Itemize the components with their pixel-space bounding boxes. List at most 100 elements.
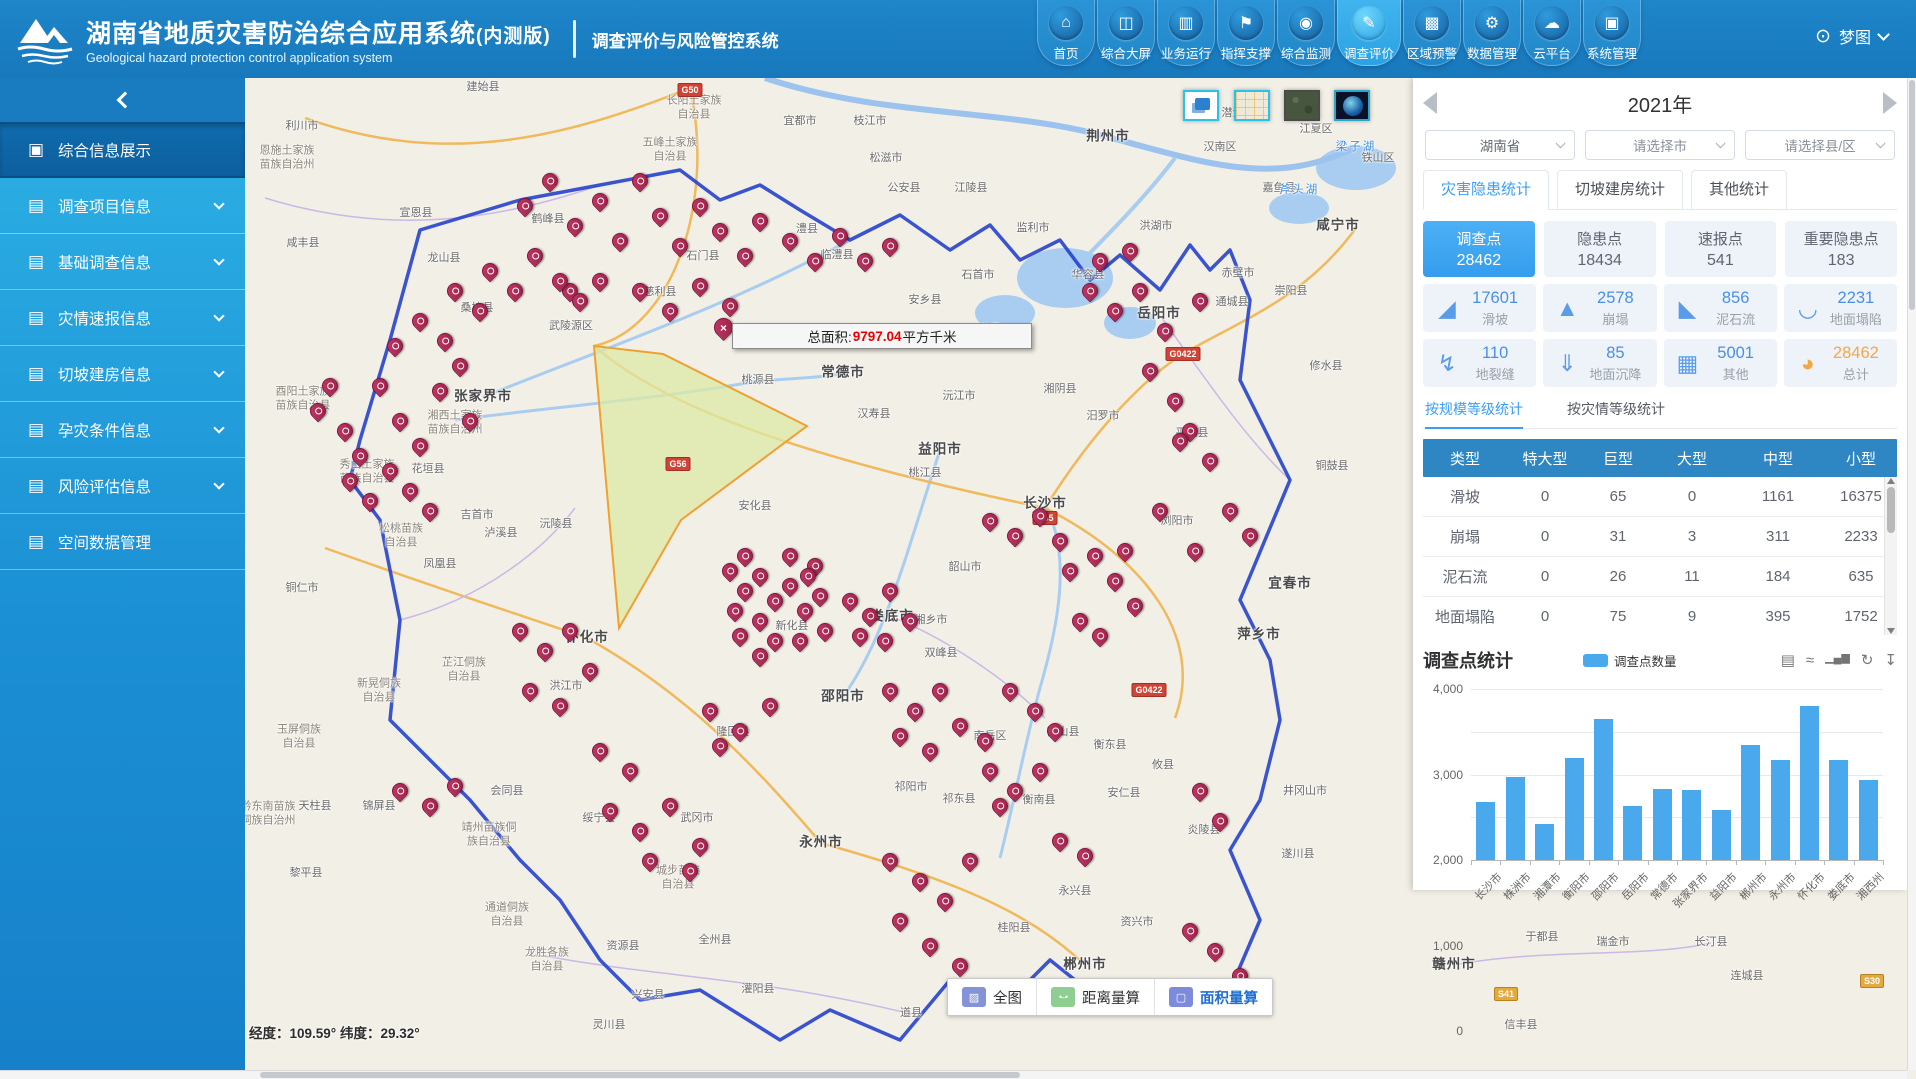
- chart-bar[interactable]: [1565, 758, 1584, 860]
- map-tool-面积量算[interactable]: ▢面积量算: [1155, 979, 1272, 1015]
- nav-item-综合大屏[interactable]: ◫综合大屏: [1097, 0, 1155, 66]
- table-row[interactable]: 崩塌03133112233: [1423, 517, 1897, 557]
- sidebar-item-空间数据管理[interactable]: ▤空间数据管理: [0, 514, 245, 570]
- tab-其他统计[interactable]: 其他统计: [1691, 170, 1787, 210]
- chart-bar[interactable]: [1859, 780, 1878, 860]
- hazard-stat-总计[interactable]: ◕28462总计: [1784, 339, 1897, 387]
- chart-bar[interactable]: [1476, 802, 1495, 860]
- table-cell: 0: [1653, 488, 1731, 505]
- map-tool-全图[interactable]: ▨全图: [948, 979, 1037, 1015]
- chart-bar[interactable]: [1829, 760, 1848, 860]
- region-select-0[interactable]: 湖南省: [1425, 130, 1575, 160]
- layer-switcher-icon[interactable]: [1183, 90, 1219, 121]
- nav-item-云平台[interactable]: ☁云平台: [1523, 0, 1581, 66]
- chart-legend[interactable]: 调查点数量: [1583, 651, 1677, 670]
- stat-box-隐患点[interactable]: 隐患点18434: [1544, 221, 1656, 277]
- hazard-stat-泥石流[interactable]: ◣856泥石流: [1664, 284, 1777, 332]
- nav-item-业务运行[interactable]: ▥业务运行: [1157, 0, 1215, 66]
- sidebar-item-label: 孕灾条件信息: [58, 419, 151, 441]
- sidebar-item-综合信息展示[interactable]: ▣综合信息展示: [0, 122, 245, 178]
- sidebar-collapse-button[interactable]: [0, 78, 245, 122]
- vertical-scrollbar-thumb[interactable]: [1909, 80, 1915, 310]
- hazard-stat-地裂缝[interactable]: ↯110地裂缝: [1423, 339, 1536, 387]
- sidebar-item-基础调查信息[interactable]: ▤基础调查信息: [0, 234, 245, 290]
- sidebar-item-孕灾条件信息[interactable]: ▤ 孕灾条件信息: [0, 402, 245, 458]
- line-chart-icon[interactable]: ≈: [1806, 653, 1814, 668]
- region-select-1[interactable]: 请选择市: [1585, 130, 1735, 160]
- chart-bar[interactable]: [1712, 810, 1731, 860]
- sidebar-item-切坡建房信息[interactable]: ▤切坡建房信息: [0, 346, 245, 402]
- sidebar-item-灾情速报信息[interactable]: ▤灾情速报信息: [0, 290, 245, 346]
- chart-bar[interactable]: [1741, 745, 1760, 860]
- map-tool-距离量算[interactable]: •–•距离量算: [1037, 979, 1155, 1015]
- nav-item-系统管理[interactable]: ▣系统管理: [1583, 0, 1641, 66]
- table-icon: ▤: [26, 420, 46, 440]
- nav-item-首页[interactable]: ⌂首页: [1037, 0, 1095, 66]
- nav-item-区域预警[interactable]: ▩区域预警: [1403, 0, 1461, 66]
- x-axis-tick: [1795, 860, 1796, 865]
- x-axis-category-label: 娄底市: [1824, 869, 1859, 904]
- ground-collapse-icon: ◡: [1793, 295, 1823, 322]
- year-navigator: 2021年: [1423, 78, 1897, 128]
- nav-item-综合监测[interactable]: ◉综合监测: [1277, 0, 1335, 66]
- table-row[interactable]: 滑坡0650116116375: [1423, 477, 1897, 517]
- nav-item-调查评价[interactable]: ✎调查评价: [1337, 0, 1401, 66]
- hazard-stat-崩塌[interactable]: ▲2578崩塌: [1543, 284, 1656, 332]
- stat-box-调查点[interactable]: 调查点28462: [1423, 221, 1535, 277]
- next-year-button[interactable]: [1883, 92, 1897, 114]
- download-icon[interactable]: ↧: [1884, 653, 1897, 668]
- table-row[interactable]: 地面塌陷07593951752: [1423, 597, 1897, 635]
- hazard-stat-地面塌陷[interactable]: ◡2231地面塌陷: [1784, 284, 1897, 332]
- stat-value: 18434: [1577, 252, 1622, 270]
- satellite-basemap-thumb[interactable]: [1284, 90, 1320, 121]
- stat-box-速报点[interactable]: 速报点541: [1665, 221, 1777, 277]
- data-view-icon[interactable]: ▤: [1781, 653, 1795, 668]
- previous-year-button[interactable]: [1423, 92, 1437, 114]
- nav-item-指挥支撑[interactable]: ⚑指挥支撑: [1217, 0, 1275, 66]
- table-row[interactable]: 泥石流02611184635: [1423, 557, 1897, 597]
- horizontal-scrollbar-thumb[interactable]: [260, 1072, 1020, 1078]
- stat-box-重要隐患点[interactable]: 重要隐患点183: [1785, 221, 1897, 277]
- region-select-2[interactable]: 请选择县/区: [1745, 130, 1895, 160]
- hazard-stat-value: 2578: [1597, 289, 1634, 308]
- chart-bar[interactable]: [1506, 777, 1525, 860]
- landslide-icon: ◢: [1432, 295, 1462, 322]
- vertical-scrollbar[interactable]: [1907, 78, 1916, 1070]
- tab-灾害隐患统计[interactable]: 灾害隐患统计: [1423, 170, 1549, 210]
- left-sidebar: ▣综合信息展示▤调查项目信息▤基础调查信息▤灾情速报信息▤切坡建房信息 ▤ 孕灾条件…: [0, 78, 245, 1079]
- x-axis-tick: [1706, 860, 1707, 865]
- subtab-按规模等级统计[interactable]: 按规模等级统计: [1425, 399, 1523, 428]
- tab-切坡建房统计[interactable]: 切坡建房统计: [1557, 170, 1683, 210]
- user-menu[interactable]: ⊙ 梦图: [1815, 24, 1888, 48]
- chart-bar[interactable]: [1623, 806, 1642, 860]
- chart-bar[interactable]: [1771, 760, 1790, 860]
- hazard-stat-其他[interactable]: ▦5001其他: [1664, 339, 1777, 387]
- bar-chart-icon[interactable]: ▁▄▆: [1825, 653, 1850, 668]
- sidebar-item-调查项目信息[interactable]: ▤调查项目信息: [0, 178, 245, 234]
- subtab-按灾情等级统计[interactable]: 按灾情等级统计: [1567, 399, 1665, 428]
- stat-label: 重要隐患点: [1804, 228, 1879, 249]
- hazard-stat-text: 110地裂缝: [1462, 344, 1528, 383]
- chart-bar[interactable]: [1682, 790, 1701, 860]
- chevron-left-icon: [116, 92, 133, 109]
- nav-item-label: 业务运行: [1161, 43, 1211, 62]
- refresh-icon[interactable]: ↻: [1861, 653, 1874, 668]
- hazard-stat-滑坡[interactable]: ◢17601滑坡: [1423, 284, 1536, 332]
- table-scrollbar[interactable]: [1884, 477, 1897, 635]
- chart-bar[interactable]: [1594, 719, 1613, 860]
- select-value: 请选择县/区: [1784, 135, 1855, 155]
- chart-bar[interactable]: [1800, 706, 1819, 860]
- chart-bar[interactable]: [1535, 824, 1554, 860]
- hazard-stat-地面沉降[interactable]: ⇓85地面沉降: [1543, 339, 1656, 387]
- street-basemap-thumb[interactable]: [1234, 90, 1270, 121]
- table-cell: 311: [1731, 528, 1825, 545]
- chart-bar[interactable]: [1653, 789, 1672, 860]
- sidebar-item-风险评估信息[interactable]: ▤风险评估信息: [0, 458, 245, 514]
- survey-points-bar-chart: 01,0002,0003,0004,000长沙市株洲市湘潭市衡阳市邵阳市岳阳市常…: [1423, 689, 1897, 915]
- grading-subtabs: 按规模等级统计 按灾情等级统计: [1423, 399, 1897, 429]
- horizontal-scrollbar[interactable]: [0, 1070, 1907, 1079]
- nav-item-数据管理[interactable]: ⚙数据管理: [1463, 0, 1521, 66]
- tooltip-value: 9797.04: [853, 329, 902, 344]
- chart-toolbar: ▤ ≈ ▁▄▆ ↻ ↧: [1781, 653, 1897, 668]
- globe-basemap-thumb[interactable]: [1334, 90, 1370, 121]
